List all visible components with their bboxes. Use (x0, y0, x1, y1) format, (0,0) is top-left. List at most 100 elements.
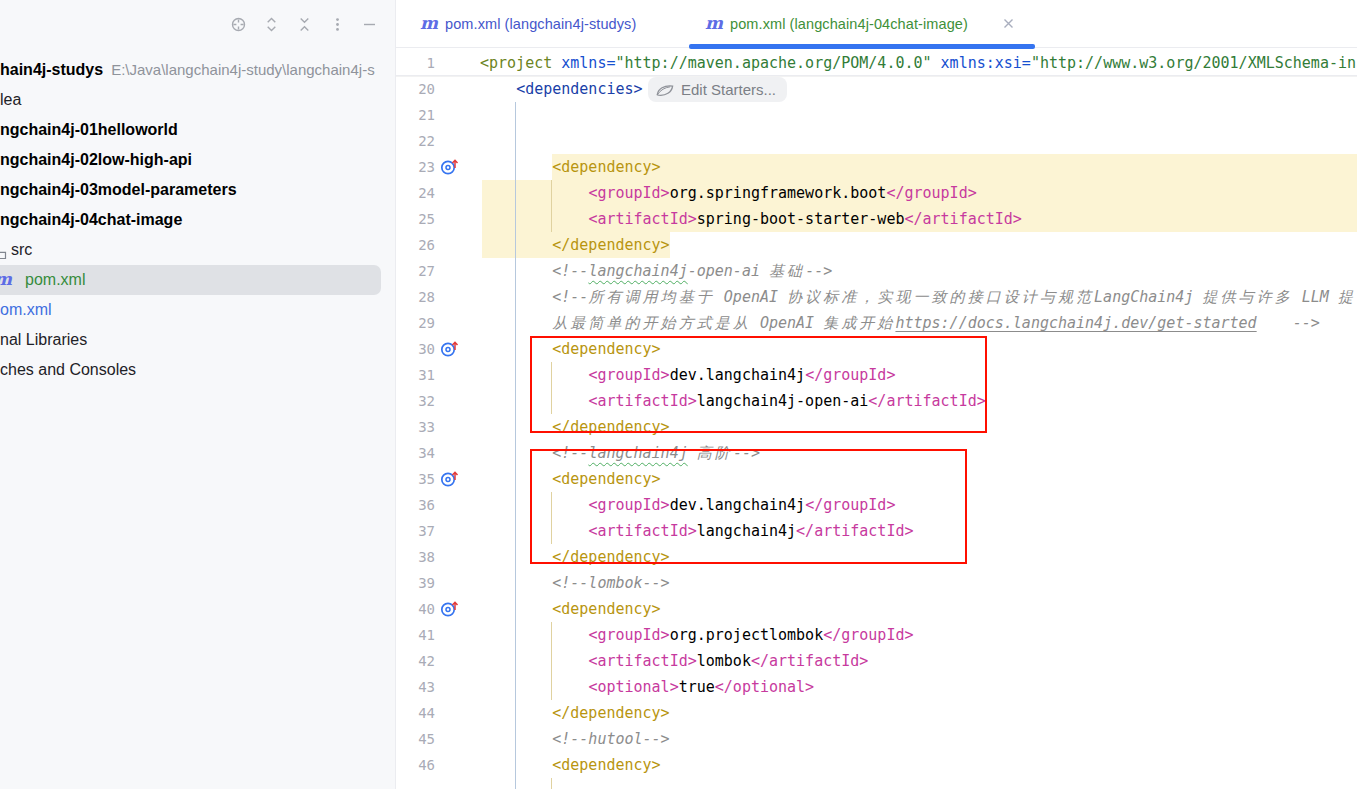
maven-sync-icon[interactable] (440, 339, 457, 356)
tab-label: pom.xml (langchain4j-studys) (445, 16, 636, 32)
code-token: 从最简单的开始方式是从 OpenAI 集成开始 (552, 314, 895, 332)
code-line-44[interactable]: </dependency> (480, 700, 670, 726)
code-line-25[interactable]: <artifactId>spring-boot-starter-web</art… (480, 206, 1022, 232)
tree-item-ngchain4j-01helloworld[interactable]: ngchain4j-01helloworld (0, 115, 395, 145)
tree-item-ngchain4j-03model-parameters[interactable]: ngchain4j-03model-parameters (0, 175, 395, 205)
collapse-all-icon[interactable] (296, 16, 313, 33)
code-line-43[interactable]: <optional>true</optional> (480, 674, 814, 700)
code-token: langchain4j (588, 262, 687, 280)
code-line-39[interactable]: <!--lombok--> (480, 570, 670, 596)
code-token: </artifactId> (904, 210, 1021, 228)
code-token: true (679, 678, 715, 696)
line-number: 42 (396, 648, 435, 674)
tree-item-label: nal Libraries (0, 331, 87, 348)
tree-item-ngchain4j-04chat-image[interactable]: ngchain4j-04chat-image (0, 205, 395, 235)
maven-sync-icon[interactable] (440, 469, 457, 486)
tree-item-label: ngchain4j-01helloworld (0, 121, 178, 138)
tree-item-nal-libraries[interactable]: nal Libraries (0, 325, 395, 355)
line-number: 29 (396, 310, 435, 336)
close-tab-icon[interactable] (1002, 17, 1015, 30)
tree-item-ches-and-consoles[interactable]: ches and Consoles (0, 355, 395, 385)
editor-tab-2[interactable]: mpom.xml (langchain4j-04chat-image) (689, 0, 1031, 47)
indent (480, 704, 552, 722)
line-number: 24 (396, 180, 435, 206)
tree-item-pom-xml[interactable]: mpom.xml (0, 265, 395, 295)
tree-item-label: ngchain4j-02low-high-api (0, 151, 192, 168)
line-number: 1 (396, 50, 435, 76)
indent (480, 626, 588, 644)
maven-icon: m (705, 15, 723, 32)
code-line-27[interactable]: <!--langchain4j-open-ai 基础--> (480, 258, 832, 284)
active-tab-underline (689, 44, 1035, 49)
code-token: </dependency> (552, 236, 669, 254)
code-token: <!-- (552, 262, 588, 280)
more-icon[interactable] (329, 16, 346, 33)
line-number: 25 (396, 206, 435, 232)
code-token: <groupId> (588, 184, 669, 202)
indent (480, 184, 588, 202)
expand-collapse-icon[interactable] (263, 16, 280, 33)
code-token: <!--lombok--> (552, 574, 669, 592)
code-line-41[interactable]: <groupId>org.projectlombok</groupId> (480, 622, 914, 648)
line-number: 30 (396, 336, 435, 362)
line-number: 27 (396, 258, 435, 284)
code-token: lombok (697, 652, 751, 670)
maven-sync-icon[interactable] (440, 157, 457, 174)
code-token: <dependency> (552, 158, 660, 176)
line-number: 39 (396, 570, 435, 596)
line-number: 40 (396, 596, 435, 622)
tree-item-om-xml[interactable]: om.xml (0, 295, 395, 325)
code-line-40[interactable]: <dependency> (480, 596, 661, 622)
code-token: <dependency> (552, 600, 660, 618)
code-token: <groupId> (588, 626, 669, 644)
tree-item-path: E:\Java\langchain4j-study\langchain4j-s (111, 61, 375, 78)
edit-starters-button[interactable]: Edit Starters... (648, 77, 787, 102)
line-number: 26 (396, 232, 435, 258)
code-line-46[interactable]: <dependency> (480, 752, 661, 778)
code-token: <!--hutool--> (552, 730, 669, 748)
tree-item-lea[interactable]: lea (0, 85, 395, 115)
code-line-42[interactable]: <artifactId>lombok</artifactId> (480, 648, 868, 674)
maven-icon: m (420, 15, 438, 32)
line-number: 21 (396, 102, 435, 128)
indent (480, 574, 552, 592)
editor-tab-1[interactable]: m pom.xml (langchain4j-studys) (404, 0, 652, 47)
code-line-20[interactable]: <dependencies> (480, 76, 643, 102)
line-number: 20 (396, 76, 435, 102)
indent (480, 730, 552, 748)
hide-icon[interactable] (361, 16, 378, 33)
line-number: 33 (396, 414, 435, 440)
code-token: org.projectlombok (670, 626, 824, 644)
indent (480, 678, 588, 696)
code-line-28[interactable]: <!--所有调用均基于 OpenAI 协议标准，实现一致的接口设计与规范Lang… (480, 284, 1356, 310)
line-number: 43 (396, 674, 435, 700)
maven-sync-icon[interactable] (440, 599, 457, 616)
code-token: <optional> (588, 678, 678, 696)
code-token: <artifactId> (588, 210, 696, 228)
line-number: 28 (396, 284, 435, 310)
code-line-45[interactable]: <!--hutool--> (480, 726, 670, 752)
code-line-23[interactable]: <dependency> (480, 154, 661, 180)
tree-item-label: ngchain4j-03model-parameters (0, 181, 237, 198)
locate-icon[interactable] (230, 16, 247, 33)
code-token: xmlns= (561, 54, 615, 72)
tree-item-label: lea (0, 91, 21, 108)
indent (480, 210, 588, 228)
code-token: org.springframework.boot (670, 184, 887, 202)
line-number: 46 (396, 752, 435, 778)
code-token: <!--所有调用均基于 OpenAI 协议标准，实现一致的接口设计与规范Lang… (552, 288, 1356, 306)
tree-item-src[interactable]: src (0, 235, 395, 265)
tree-item-label: om.xml (0, 301, 52, 318)
line-number: 37 (396, 518, 435, 544)
code-token: -open-ai 基础--> (688, 262, 833, 280)
tree-item-hain4j-studys[interactable]: hain4j-studysE:\Java\langchain4j-study\l… (0, 55, 395, 85)
annotation-rect-1 (530, 336, 987, 433)
code-line-29[interactable]: 从最简单的开始方式是从 OpenAI 集成开始https://docs.lang… (480, 310, 1320, 336)
code-line-26[interactable]: </dependency> (480, 232, 670, 258)
tree-item-ngchain4j-02low-high-api[interactable]: ngchain4j-02low-high-api (0, 145, 395, 175)
line-number: 31 (396, 362, 435, 388)
code-line-24[interactable]: <groupId>org.springframework.boot</group… (480, 180, 977, 206)
code-token: <project (480, 54, 561, 72)
code-line-1[interactable]: <project xmlns="http://maven.apache.org/… (480, 50, 1357, 76)
code-token: </artifactId> (751, 652, 868, 670)
